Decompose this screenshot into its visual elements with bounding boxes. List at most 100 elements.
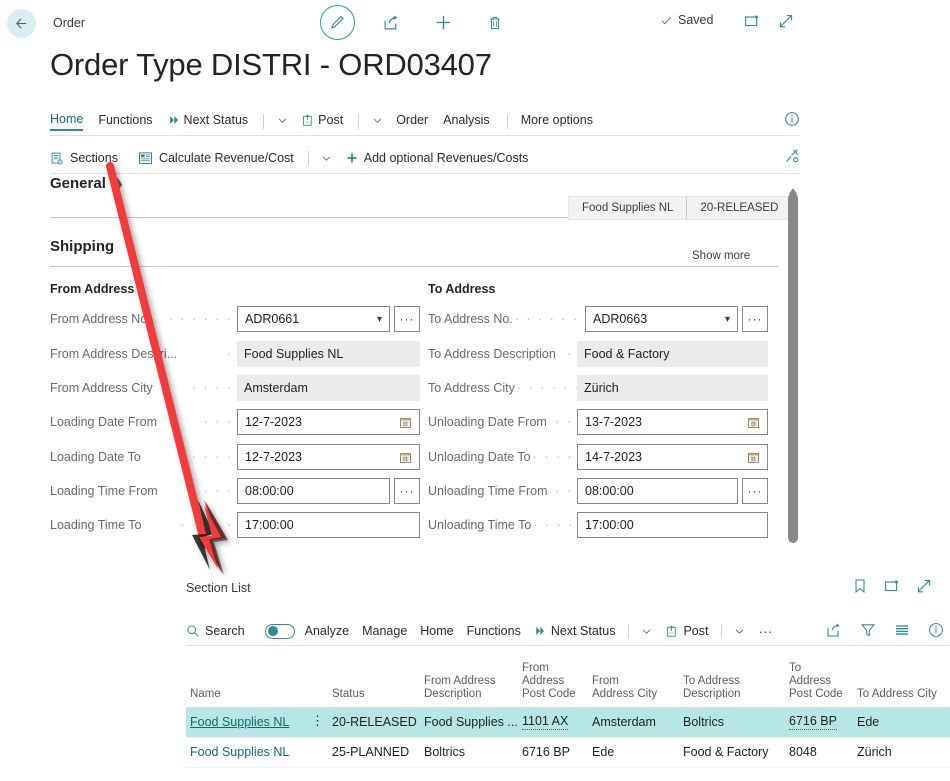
ribbon-more-options[interactable]: More options xyxy=(521,113,593,130)
loading-time-to-label: Loading Time To xyxy=(50,518,142,532)
scroll-up-arrow-icon[interactable] xyxy=(788,182,798,194)
loading-time-to-input[interactable]: 17:00:00 xyxy=(237,512,420,538)
badge-customer: Food Supplies NL xyxy=(582,202,674,214)
unloading-time-from-input[interactable]: 08:00:00 xyxy=(577,478,738,504)
analyze-toggle[interactable] xyxy=(264,623,295,639)
chevron-down-icon[interactable]: ▾ xyxy=(719,314,730,325)
sl-post-dropdown[interactable] xyxy=(734,626,745,637)
loading-time-from-input[interactable]: 08:00:00 xyxy=(237,478,390,504)
sl-next-status-dropdown[interactable] xyxy=(641,626,652,637)
actionbar-divider xyxy=(307,150,309,166)
calculate-dropdown[interactable] xyxy=(321,153,332,164)
edit-pencil-button[interactable] xyxy=(320,5,355,40)
ribbon-info-button[interactable] xyxy=(784,111,800,132)
unloading-time-to-input[interactable]: 17:00:00 xyxy=(577,512,768,538)
open-in-new-window-button[interactable] xyxy=(742,11,762,31)
column-header-name[interactable]: Name xyxy=(190,688,221,701)
search-button[interactable]: Search xyxy=(186,624,245,638)
show-more-link[interactable]: Show more xyxy=(692,250,750,262)
to-address-no-label: To Address No. xyxy=(428,312,513,326)
calendar-icon[interactable] xyxy=(747,451,760,464)
column-header-status[interactable]: Status xyxy=(332,688,365,701)
sl-tab-manage[interactable]: Manage xyxy=(362,624,407,638)
sl-info-button[interactable] xyxy=(928,622,944,643)
bookmark-button[interactable] xyxy=(852,578,868,599)
new-button[interactable] xyxy=(427,7,459,39)
sections-document-icon xyxy=(51,152,63,165)
column-header-from-address-post-code[interactable]: From Address Post Code xyxy=(522,662,576,701)
analyze-label-item[interactable]: Analyze xyxy=(305,624,349,638)
toggle-knob xyxy=(267,626,278,636)
column-header-to-address-city[interactable]: To Address City xyxy=(857,688,937,701)
chevron-down-icon[interactable]: ▾ xyxy=(371,314,382,325)
delete-button[interactable] xyxy=(479,7,511,39)
ribbon-next-status-button[interactable]: Next Status xyxy=(168,113,248,130)
ribbon-tab-analysis[interactable]: Analysis xyxy=(443,113,490,130)
cell-from-address-post-code: 6716 BP xyxy=(522,745,570,759)
sl-list-view-button[interactable] xyxy=(894,622,910,643)
table-row[interactable]: Food Supplies NL 25-PLANNED Boltrics 671… xyxy=(186,738,950,768)
breadcrumb[interactable]: Order xyxy=(53,16,85,30)
calendar-icon[interactable] xyxy=(399,416,412,429)
to-address-no-lookup-button[interactable]: ··· xyxy=(742,306,768,332)
share-button[interactable] xyxy=(375,7,407,39)
ribbon-tab-home[interactable]: Home xyxy=(50,112,84,131)
chevron-right-icon[interactable]: ❯ xyxy=(113,176,124,192)
cell-status: 20-RELEASED xyxy=(332,715,417,729)
back-button[interactable] xyxy=(7,9,36,38)
cell-name[interactable]: Food Supplies NL xyxy=(190,745,289,759)
chevron-down-icon xyxy=(322,156,330,161)
from-address-no-input[interactable]: ADR0661 ▾ xyxy=(237,306,390,332)
unloading-time-from-lookup-button[interactable]: ··· xyxy=(742,478,768,504)
calendar-icon[interactable] xyxy=(399,451,412,464)
ribbon-divider-1 xyxy=(263,114,265,129)
expand-diagonal-icon xyxy=(779,15,793,28)
sl-manage-label: Manage xyxy=(362,624,408,638)
column-header-from-address-description[interactable]: From Address Description xyxy=(424,675,496,701)
from-address-no-lookup-button[interactable]: ··· xyxy=(394,306,420,332)
ribbon-tab-analysis-label: Analysis xyxy=(443,113,490,127)
expand-button[interactable] xyxy=(916,578,932,599)
row-menu-button[interactable]: ⋮ xyxy=(311,713,324,729)
sl-tab-home[interactable]: Home xyxy=(420,624,453,638)
ribbon-tab-functions[interactable]: Functions xyxy=(98,113,152,130)
ribbon-next-status-dropdown[interactable] xyxy=(277,115,288,129)
scrollbar-thumb[interactable] xyxy=(788,193,798,543)
column-header-to-address-description[interactable]: To Address Description xyxy=(683,675,741,701)
cell-to-address-city: Zürich xyxy=(857,745,892,759)
sl-tab-functions[interactable]: Functions xyxy=(467,624,521,638)
unloading-date-from-input[interactable]: 13-7-2023 xyxy=(577,409,768,435)
pin-toggle-button[interactable] xyxy=(784,148,800,169)
sl-filter-button[interactable] xyxy=(860,622,876,643)
sl-post-button[interactable]: Post xyxy=(665,624,708,638)
open-in-new-window-button[interactable] xyxy=(884,578,900,599)
sections-button[interactable]: Sections xyxy=(50,151,118,166)
ribbon-post-button[interactable]: Post xyxy=(301,113,343,130)
form-scrollbar[interactable] xyxy=(786,182,800,550)
ribbon-post-dropdown[interactable] xyxy=(372,115,383,129)
table-row[interactable]: Food Supplies NL ⋮ 20-RELEASED Food Supp… xyxy=(186,708,950,738)
shipping-section-header[interactable]: Shipping xyxy=(50,238,114,255)
expand-button[interactable] xyxy=(776,11,796,31)
general-section-header[interactable]: General xyxy=(50,175,106,192)
unloading-date-from-value: 13-7-2023 xyxy=(585,415,642,429)
to-address-no-input[interactable]: ADR0663 ▾ xyxy=(585,306,738,332)
cell-name[interactable]: Food Supplies NL xyxy=(190,715,289,729)
sl-share-button[interactable] xyxy=(826,622,842,643)
ribbon-tab-order[interactable]: Order xyxy=(396,113,428,130)
loading-date-from-input[interactable]: 12-7-2023 xyxy=(237,409,420,435)
trash-icon xyxy=(490,16,500,29)
loading-date-to-input[interactable]: 12-7-2023 xyxy=(237,444,420,470)
column-header-to-address-post-code[interactable]: To Address Post Code xyxy=(789,662,843,701)
add-optional-label: Add optional Revenues/Costs xyxy=(363,151,529,165)
loading-time-from-lookup-button[interactable]: ··· xyxy=(394,478,420,504)
sl-next-status-button[interactable]: Next Status xyxy=(534,624,615,638)
add-optional-revenues-costs-button[interactable]: Add optional Revenues/Costs xyxy=(346,151,529,165)
calendar-icon[interactable] xyxy=(747,416,760,429)
field-row-from-address-city: From Address City · · · · Amsterdam xyxy=(50,375,420,401)
unloading-date-from-label: Unloading Date From xyxy=(428,415,547,429)
column-header-from-address-city[interactable]: From Address City xyxy=(592,675,657,701)
sl-more-options-button[interactable]: ··· xyxy=(758,623,772,639)
calculate-revenue-cost-button[interactable]: Calculate Revenue/Cost xyxy=(138,151,294,166)
unloading-date-to-input[interactable]: 14-7-2023 xyxy=(577,444,768,470)
